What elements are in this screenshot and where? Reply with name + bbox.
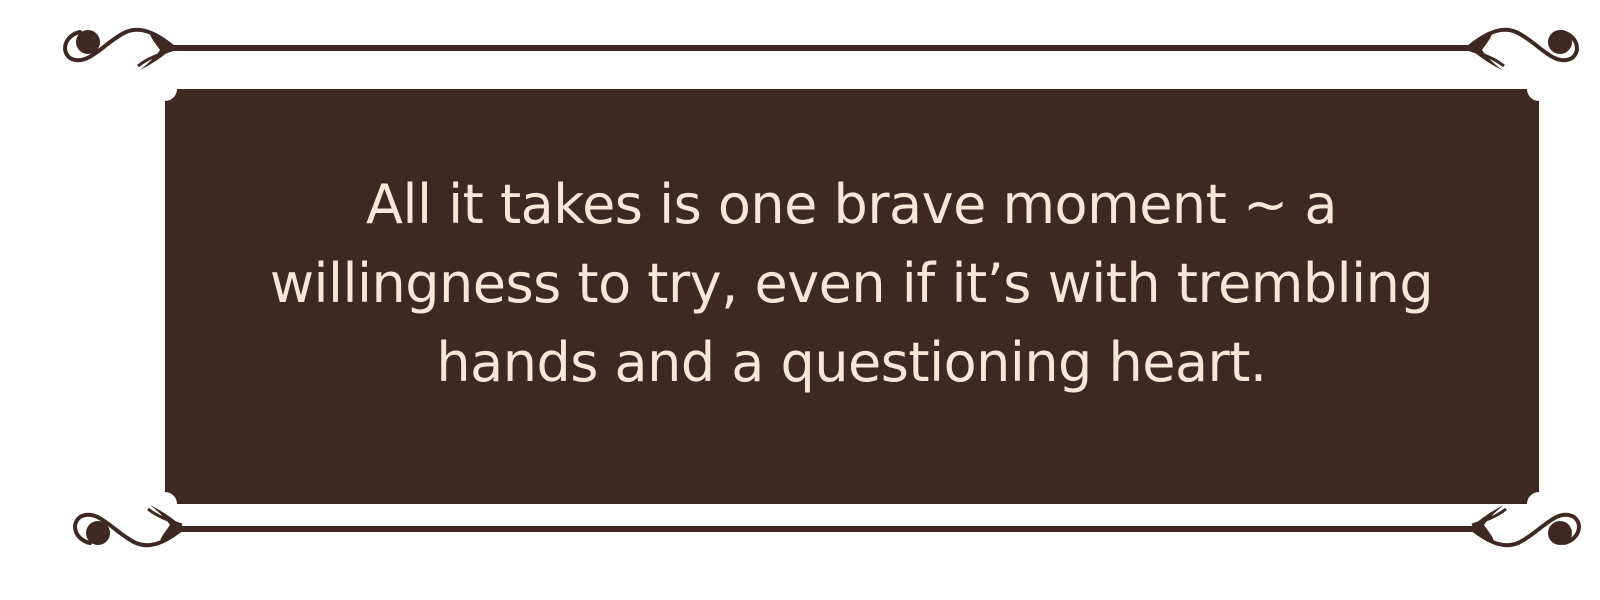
quote-panel: All it takes is one brave moment ~ a wil… [162, 89, 1541, 504]
corner-ornament-bottom-right [1470, 505, 1581, 548]
corner-ornament-top-left [63, 27, 174, 70]
top-border-line [170, 45, 1480, 51]
bottom-border-line [170, 526, 1480, 532]
quote-text: All it takes is one brave moment ~ a wil… [269, 173, 1434, 394]
corner-ornament-top-right [1468, 27, 1579, 70]
corner-ornament-bottom-left [73, 505, 184, 548]
